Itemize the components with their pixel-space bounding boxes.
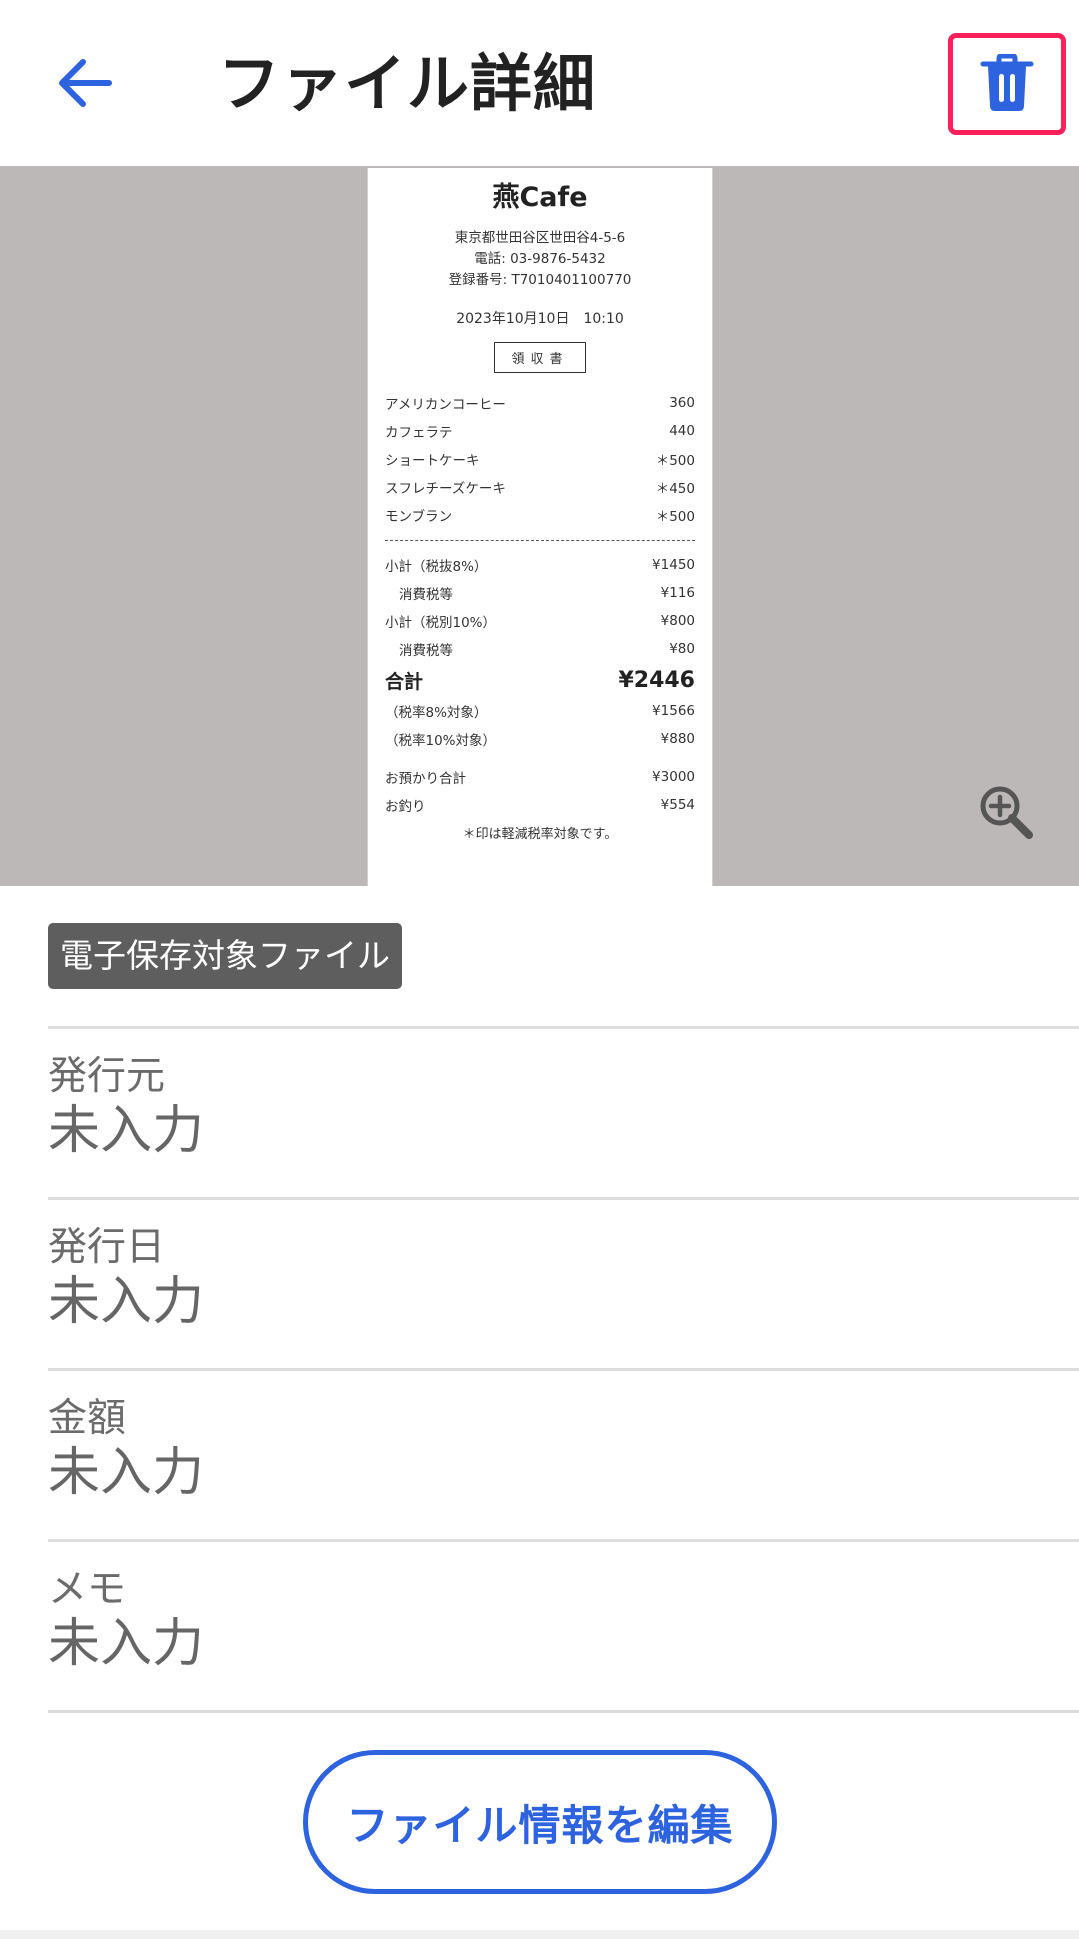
- field-issue-date: 発行日 未入力: [48, 1197, 1079, 1367]
- trash-icon: [980, 54, 1034, 111]
- field-amount: 金額 未入力: [48, 1368, 1079, 1538]
- back-button[interactable]: [50, 48, 120, 118]
- receipt-item-row: スフレチーズケーキ ＊450: [385, 481, 695, 497]
- receipt-subtotal-8: 小計（税抜8%） ¥1450: [385, 557, 695, 575]
- field-value: 未入力: [48, 1101, 205, 1161]
- field-issuer: 発行元 未入力: [48, 1026, 1079, 1196]
- receipt-doc-label: 領収書: [494, 342, 586, 373]
- receipt-separator: [385, 540, 695, 541]
- receipt-tax-10: 消費税等 ¥80: [399, 641, 695, 659]
- receipt-tax-8: 消費税等 ¥116: [399, 585, 695, 603]
- receipt-target-8: （税率8%対象） ¥1566: [385, 703, 695, 721]
- field-value: 未入力: [48, 1614, 205, 1674]
- receipt-note: ＊印は軽減税率対象です。: [462, 827, 618, 842]
- receipt-item-row: ショートケーキ ＊500: [385, 453, 695, 469]
- receipt-total: 合計 ¥2446: [385, 667, 695, 693]
- edit-file-info-button[interactable]: ファイル情報を編集: [303, 1750, 777, 1894]
- receipt-image: 燕Cafe 東京都世田谷区世田谷4-5-6 電話: 03-9876-5432 登…: [367, 168, 713, 886]
- field-memo: メモ 未入力: [48, 1539, 1079, 1709]
- receipt-preview[interactable]: 燕Cafe 東京都世田谷区世田谷4-5-6 電話: 03-9876-5432 登…: [0, 166, 1079, 886]
- receipt-address: 東京都世田谷区世田谷4-5-6: [454, 230, 626, 246]
- app-header: ファイル詳細: [0, 0, 1079, 166]
- field-label: 発行日: [48, 1225, 166, 1270]
- receipt-shop-name: 燕Cafe: [492, 182, 588, 213]
- zoom-in-icon: [980, 786, 1033, 839]
- field-label: 発行元: [48, 1054, 166, 1099]
- field-label: 金額: [48, 1396, 127, 1441]
- field-value: 未入力: [48, 1272, 205, 1332]
- zoom-button[interactable]: [978, 784, 1034, 840]
- e-storage-badge: 電子保存対象ファイル: [48, 923, 402, 989]
- arrow-left-icon: [59, 59, 112, 107]
- field-label: メモ: [48, 1567, 127, 1612]
- page-title: ファイル詳細: [218, 47, 597, 120]
- receipt-phone: 電話: 03-9876-5432: [474, 251, 606, 267]
- receipt-items: アメリカンコーヒー 360 カフェラテ 440 ショートケーキ ＊500 スフレチーズ…: [385, 389, 695, 819]
- field-value: 未入力: [48, 1443, 205, 1503]
- receipt-item-row: モンブラン ＊500: [385, 509, 695, 525]
- receipt-registration: 登録番号: T7010401100770: [448, 272, 632, 288]
- receipt-subtotal-10: 小計（税別10%） ¥800: [385, 613, 695, 631]
- divider: [48, 1710, 1079, 1713]
- delete-button[interactable]: [948, 33, 1066, 135]
- receipt-item-row: アメリカンコーヒー 360: [385, 395, 695, 413]
- receipt-change: お釣り ¥554: [385, 797, 695, 815]
- receipt-shop-info: 東京都世田谷区世田谷4-5-6 電話: 03-9876-5432 登録番号: T…: [385, 228, 695, 291]
- receipt-received: お預かり合計 ¥3000: [385, 769, 695, 787]
- receipt-datetime: 2023年10月10日 10:10: [456, 311, 624, 327]
- receipt-target-10: （税率10%対象） ¥880: [385, 731, 695, 749]
- receipt-item-row: カフェラテ 440: [385, 423, 695, 441]
- bottom-strip: [0, 1930, 1079, 1939]
